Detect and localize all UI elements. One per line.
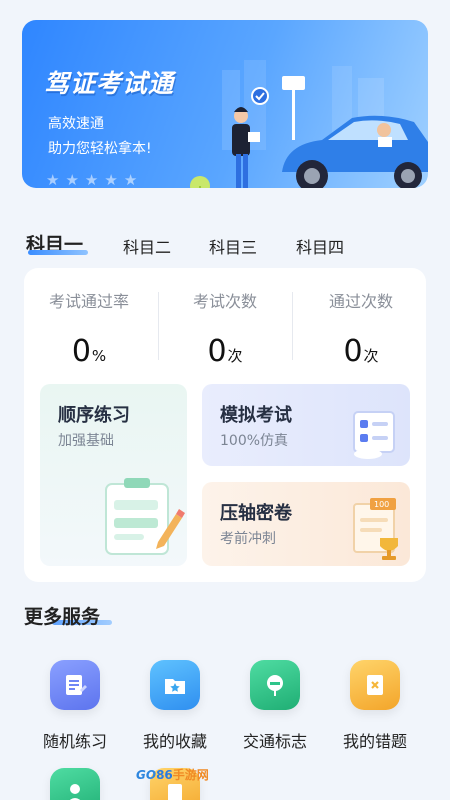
- stat-unit: 次: [363, 347, 379, 365]
- stat-unit: %: [91, 347, 107, 365]
- stat-label: 考试次数: [192, 292, 257, 311]
- divider: [158, 292, 159, 360]
- wrong-questions-icon: [350, 660, 400, 710]
- random-practice-icon: [50, 660, 100, 710]
- service-label: 交通标志: [242, 732, 307, 751]
- service-label: 随机练习: [42, 732, 107, 751]
- star-icon: ★: [123, 171, 138, 188]
- tile-subtitle: 100%仿真: [220, 433, 289, 449]
- tile-title: 模拟考试: [220, 405, 292, 426]
- subject-tabs: 科目一 科目二 科目三 科目四: [26, 228, 426, 262]
- banner-stars: ★ ★ ★ ★ ★: [46, 173, 137, 188]
- star-icon: ★: [84, 171, 99, 188]
- star-icon: ★: [65, 171, 79, 188]
- tile-subtitle: 加强基础: [58, 433, 114, 449]
- star-icon: ★: [46, 171, 60, 188]
- stat-value: 0: [207, 334, 227, 369]
- person-icon[interactable]: [50, 768, 100, 800]
- star-icon: ★: [104, 171, 118, 188]
- service-label: 我的错题: [342, 732, 407, 751]
- traffic-sign-icon: [250, 660, 300, 710]
- favorites-folder-icon: [150, 660, 200, 710]
- stat-value: 0: [343, 334, 363, 369]
- mock-exam-tile[interactable]: 模拟考试 100%仿真: [202, 384, 410, 466]
- stat-label: 考试通过率: [48, 292, 129, 311]
- active-tab-indicator: [28, 250, 88, 255]
- service-favorites[interactable]: 我的收藏: [130, 660, 220, 752]
- service-label: 我的收藏: [142, 732, 207, 751]
- driving-test-illustration: [190, 60, 428, 188]
- service-traffic-signs[interactable]: 交通标志: [230, 660, 320, 752]
- final-paper-tile[interactable]: 压轴密卷 考前冲刺 100: [202, 482, 410, 566]
- tile-title: 压轴密卷: [220, 503, 292, 524]
- tab-subject-2[interactable]: 科目二: [123, 234, 171, 258]
- sequential-practice-tile[interactable]: 顺序练习 加强基础: [40, 384, 187, 566]
- checklist-icon: [353, 411, 395, 459]
- stat-label: 通过次数: [328, 292, 393, 311]
- tile-title: 顺序练习: [58, 405, 130, 426]
- banner-line-1: 高效速通: [48, 116, 104, 132]
- stat-unit: 次: [227, 347, 243, 365]
- clipboard-pencil-icon: [105, 478, 185, 555]
- divider: [292, 292, 293, 360]
- stat-pass-count: 通过次数 0次: [296, 288, 426, 369]
- banner-title: 驾证考试通: [44, 69, 175, 98]
- trophy-paper-icon: 100: [353, 498, 398, 560]
- stat-value: 0: [71, 334, 91, 369]
- tab-subject-3[interactable]: 科目三: [209, 234, 257, 258]
- svg-text:100: 100: [374, 500, 389, 509]
- service-wrong-questions[interactable]: 我的错题: [330, 660, 420, 752]
- service-random-practice[interactable]: 随机练习: [30, 660, 120, 752]
- tile-subtitle: 考前冲刺: [220, 531, 276, 547]
- more-services-title: 更多服务: [24, 606, 101, 628]
- stat-pass-rate: 考试通过率 0%: [24, 288, 154, 369]
- watermark-logo: GO86手游网: [136, 768, 209, 782]
- tab-subject-4[interactable]: 科目四: [296, 234, 344, 258]
- banner-line-2: 助力您轻松拿本!: [48, 141, 152, 157]
- subject-card: 考试通过率 0% 考试次数 0次 通过次数 0次 顺序练习 加强基础 模拟考试 …: [24, 268, 426, 582]
- stat-exam-count: 考试次数 0次: [160, 288, 290, 369]
- promo-banner[interactable]: 驾证考试通 高效速通 助力您轻松拿本! ★ ★ ★ ★ ★: [22, 20, 428, 188]
